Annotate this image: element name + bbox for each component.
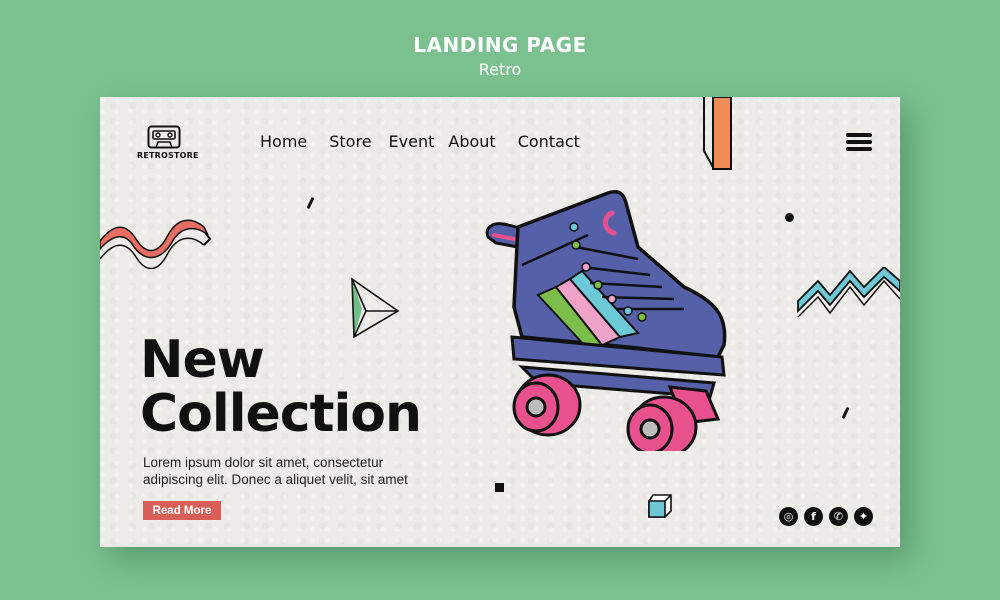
read-more-button[interactable]: Read More: [143, 501, 221, 520]
whatsapp-icon[interactable]: ✆: [829, 507, 848, 526]
social-links: ◎ f ✆ ✦: [779, 507, 873, 526]
twitter-icon[interactable]: ✦: [854, 507, 873, 526]
brand-name: RETROSTORE: [137, 151, 199, 160]
orange-bar-decoration: [703, 97, 732, 170]
cassette-tape-icon: [147, 125, 181, 149]
page-header-subtitle: Retro: [478, 60, 522, 79]
roller-skate-illustration: [485, 190, 727, 451]
headline-line-1: New: [140, 330, 265, 390]
teal-cube-decoration: [648, 494, 672, 518]
menu-bar: [846, 140, 872, 144]
teal-zigzag-decoration: [797, 267, 900, 318]
facebook-icon[interactable]: f: [804, 507, 823, 526]
square-decoration: [495, 483, 504, 492]
hero-body-text: Lorem ipsum dolor sit amet, consectetur …: [143, 455, 408, 487]
dot-decoration: [785, 213, 794, 222]
nav-link-contact[interactable]: Contact: [518, 132, 580, 151]
nav-link-about[interactable]: About: [448, 132, 495, 151]
menu-bar: [846, 133, 872, 137]
landing-card: RETROSTORE Home Store Event About Contac…: [100, 97, 900, 547]
dash-decoration: [306, 196, 315, 210]
green-pyramid-decoration: [351, 277, 400, 339]
nav-link-home[interactable]: Home: [260, 132, 307, 151]
hamburger-menu-icon[interactable]: [846, 133, 874, 155]
page-header-title: LANDING PAGE: [413, 33, 587, 57]
hero-headline: New Collection: [140, 330, 422, 444]
red-squiggle-decoration: [100, 219, 212, 269]
nav-link-event[interactable]: Event: [389, 132, 435, 151]
dash-decoration: [841, 406, 850, 420]
menu-bar: [846, 147, 872, 151]
headline-line-2: Collection: [140, 384, 422, 444]
brand-logo[interactable]: RETROSTORE: [137, 125, 199, 160]
nav-link-store[interactable]: Store: [329, 132, 371, 151]
main-nav: Home Store Event About Contact: [260, 132, 600, 151]
instagram-icon[interactable]: ◎: [779, 507, 798, 526]
